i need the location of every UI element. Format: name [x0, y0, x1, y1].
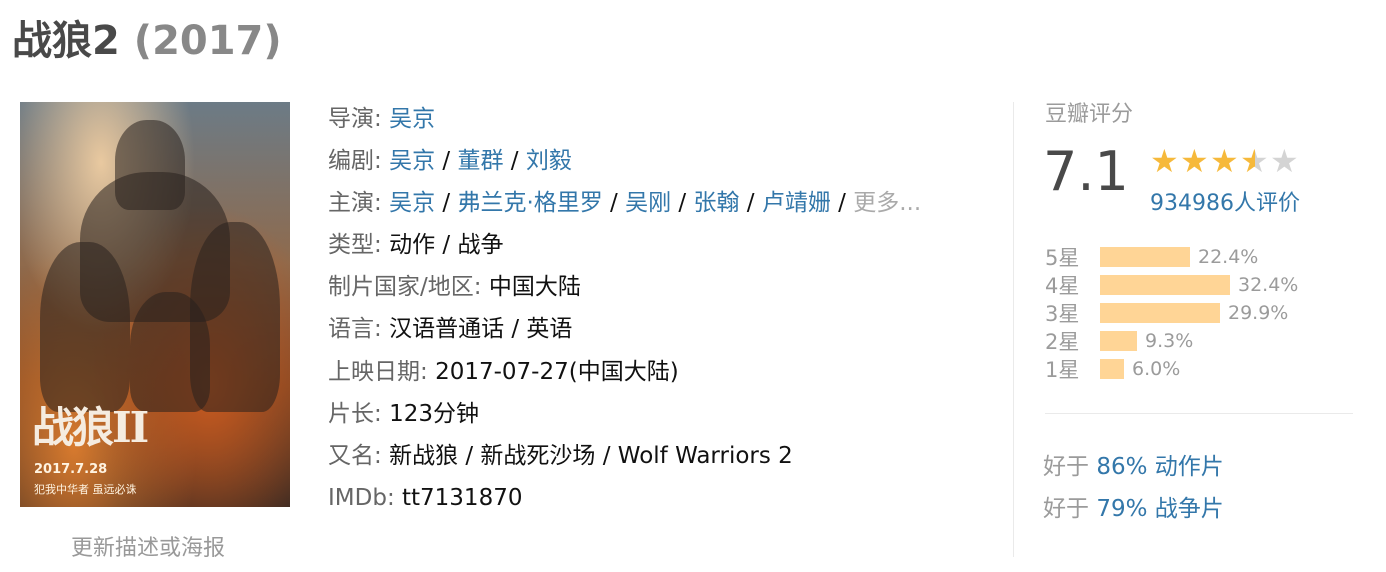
writer-link[interactable]: 刘毅 — [526, 148, 572, 174]
better-than-link[interactable]: 86% 动作片 — [1096, 454, 1223, 480]
better-than-row: 好于 86% 动作片 — [1043, 446, 1224, 488]
distribution-bar — [1100, 331, 1137, 351]
poster-logo: 战狼II — [32, 403, 149, 452]
rating-distribution: 5星 22.4% 4星 32.4% 3星 29.9% 2星 9.3% 1星 6.… — [1045, 243, 1298, 383]
star-icon: ★ — [1210, 142, 1239, 180]
runtime-label: 片长: — [328, 400, 382, 427]
star-icon: ★ — [1150, 142, 1179, 180]
star-level-label: 1星 — [1045, 358, 1080, 382]
cast-link[interactable]: 吴刚 — [625, 190, 671, 216]
movie-title: 战狼2 — [12, 18, 120, 64]
country-row: 制片国家/地区: 中国大陆 — [328, 266, 921, 308]
runtime-value: 123分钟 — [389, 400, 479, 427]
better-than-row: 好于 79% 战争片 — [1043, 488, 1224, 530]
imdb-label: IMDb: — [328, 484, 395, 511]
language-value: 汉语普通话 / 英语 — [389, 316, 573, 343]
cast-row: 主演: 吴京 / 弗兰克·格里罗 / 吴刚 / 张翰 / 卢靖姗 / 更多... — [328, 190, 922, 217]
director-label: 导演: — [328, 106, 382, 132]
movie-year: (2017) — [133, 18, 282, 64]
imdb-value: tt7131870 — [402, 484, 523, 511]
release-label: 上映日期: — [328, 358, 428, 385]
star-icon: ★ — [1270, 142, 1299, 180]
language-row: 语言: 汉语普通话 / 英语 — [328, 308, 921, 350]
distribution-row: 4星 32.4% — [1045, 271, 1298, 299]
country-value: 中国大陆 — [488, 274, 581, 301]
better-than: 好于 86% 动作片 好于 79% 战争片 — [1043, 446, 1224, 530]
cast-link[interactable]: 张翰 — [694, 190, 740, 216]
distribution-row: 3星 29.9% — [1045, 299, 1298, 327]
imdb-row: IMDb: tt7131870 — [328, 477, 921, 519]
genre-row: 类型: 动作 / 战争 — [328, 232, 504, 259]
votes-link[interactable]: 934986人评价 — [1150, 185, 1300, 217]
distribution-percent: 32.4% — [1238, 274, 1299, 296]
aka-value: 新战狼 / 新战死沙场 / Wolf Warriors 2 — [389, 442, 793, 469]
cast-link[interactable]: 弗兰克·格里罗 — [457, 190, 602, 216]
better-than-prefix: 好于 — [1043, 496, 1089, 522]
distribution-bar — [1100, 247, 1190, 267]
rating-stars: ★★★★★ — [1150, 145, 1300, 177]
release-value: 2017-07-27(中国大陆) — [435, 358, 679, 385]
distribution-percent: 22.4% — [1198, 246, 1259, 268]
better-than-prefix: 好于 — [1043, 454, 1089, 480]
aka-label: 又名: — [328, 442, 382, 469]
star-level-label: 2星 — [1045, 330, 1080, 354]
poster-slogan: 犯我中华者 虽远必诛 — [34, 483, 137, 496]
horizontal-divider — [1045, 413, 1353, 414]
movie-poster[interactable]: 战狼II 2017.7.28 犯我中华者 虽远必诛 — [20, 102, 290, 507]
star-level-label: 4星 — [1045, 274, 1080, 298]
cast-link[interactable]: 吴京 — [389, 190, 435, 216]
director-row: 导演: 吴京 — [328, 98, 921, 140]
star-icon: ★ — [1240, 142, 1269, 180]
language-label: 语言: — [328, 316, 382, 343]
country-label: 制片国家/地区: — [328, 274, 482, 301]
star-icon: ★ — [1180, 142, 1209, 180]
movie-info: 导演: 吴京 编剧: 吴京 / 董群 / 刘毅 主演: 吴京 / 弗兰克·格里罗… — [328, 98, 921, 519]
distribution-percent: 6.0% — [1132, 358, 1181, 380]
release-row: 上映日期: 2017-07-27(中国大陆) — [328, 351, 921, 393]
genre-value: 战争 — [457, 232, 504, 259]
distribution-bar — [1100, 359, 1124, 379]
update-poster-link[interactable]: 更新描述或海报 — [71, 530, 225, 562]
rating-score: 7.1 — [1043, 140, 1129, 203]
distribution-bar — [1100, 275, 1230, 295]
distribution-row: 2星 9.3% — [1045, 327, 1298, 355]
poster-date: 2017.7.28 — [34, 462, 108, 477]
aka-row: 又名: 新战狼 / 新战死沙场 / Wolf Warriors 2 — [328, 435, 921, 477]
better-than-link[interactable]: 79% 战争片 — [1096, 496, 1223, 522]
writer-link[interactable]: 董群 — [457, 148, 503, 174]
vertical-divider — [1013, 102, 1014, 557]
cast-link[interactable]: 卢靖姗 — [762, 190, 831, 216]
director-link[interactable]: 吴京 — [389, 106, 435, 132]
star-level-label: 5星 — [1045, 246, 1080, 270]
distribution-bar — [1100, 303, 1220, 323]
distribution-row: 1星 6.0% — [1045, 355, 1298, 383]
star-level-label: 3星 — [1045, 302, 1080, 326]
writer-label: 编剧: — [328, 148, 382, 175]
rating-title: 豆瓣评分 — [1045, 102, 1134, 127]
cast-label: 主演: — [328, 190, 382, 217]
distribution-percent: 9.3% — [1145, 330, 1194, 352]
writer-link[interactable]: 吴京 — [389, 148, 435, 174]
genre-value: 动作 — [389, 232, 436, 259]
writer-row: 编剧: 吴京 / 董群 / 刘毅 — [328, 148, 572, 175]
cast-more-link[interactable]: 更多... — [853, 190, 921, 216]
genre-label: 类型: — [328, 232, 382, 259]
distribution-percent: 29.9% — [1228, 302, 1289, 324]
page-title: 战狼2 (2017) — [12, 8, 282, 66]
runtime-row: 片长: 123分钟 — [328, 393, 921, 435]
distribution-row: 5星 22.4% — [1045, 243, 1298, 271]
